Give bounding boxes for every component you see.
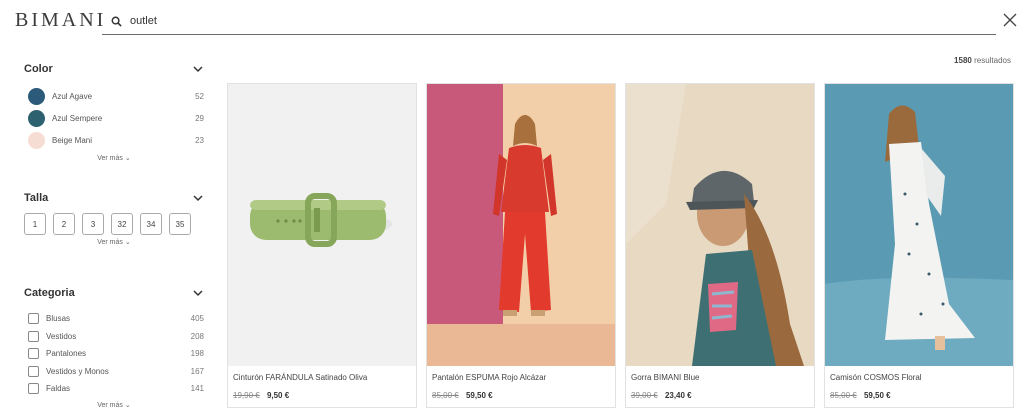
see-more-label: Ver más	[97, 401, 123, 409]
option-count: 23	[195, 135, 204, 145]
search-icon[interactable]	[102, 16, 130, 27]
color-option[interactable]: Beige Mani 23	[24, 129, 204, 151]
product-image[interactable]	[825, 84, 1013, 366]
product-grid: Cinturón FARÁNDULA Satinado Oliva 19,90 …	[227, 83, 1014, 408]
see-more-link[interactable]: Ver más ⌄	[24, 154, 204, 162]
size-option[interactable]: 32	[111, 213, 133, 235]
sale-price: 9,50 €	[266, 391, 290, 400]
category-option[interactable]: Vestidos 208	[24, 328, 204, 346]
chevron-down-icon[interactable]	[192, 63, 204, 75]
size-option[interactable]: 34	[140, 213, 162, 235]
filter-categoria: Categoria Blusas 405 Vestidos 208 Pantal…	[24, 284, 204, 409]
color-swatch	[28, 131, 45, 149]
color-option[interactable]: Azul Agave 52	[24, 85, 204, 107]
see-more-label: Ver más	[97, 155, 123, 162]
filter-talla-header[interactable]: Talla	[24, 189, 204, 207]
search-bar	[102, 8, 996, 35]
checkbox[interactable]	[28, 330, 39, 342]
option-count: 198	[190, 349, 204, 359]
option-label: Faldas	[46, 384, 71, 394]
option-label: Beige Mani	[52, 135, 93, 145]
chevron-down-icon[interactable]	[192, 192, 204, 204]
filter-talla: Talla 1 2 3 32 34 35 Ver más ⌄	[24, 189, 204, 246]
size-option[interactable]: 3	[82, 213, 104, 235]
chevron-down-icon: ⌄	[124, 401, 131, 409]
product-card[interactable]: Gorra BIMANI Blue 39,00 € 23,40 €	[625, 83, 815, 408]
size-option[interactable]: 2	[53, 213, 75, 235]
product-image[interactable]	[626, 84, 814, 366]
search-input[interactable]	[130, 15, 530, 27]
option-label: Vestidos	[46, 331, 77, 341]
see-more-link[interactable]: Ver más ⌄	[24, 401, 204, 409]
color-option[interactable]: Azul Sempere 29	[24, 107, 204, 129]
category-option[interactable]: Faldas 141	[24, 380, 204, 398]
sale-price: 59,50 €	[465, 391, 493, 400]
old-price: 85,00 €	[432, 391, 459, 400]
filters-sidebar: Color Azul Agave 52 Azul Sempere 29 Beig…	[24, 60, 204, 409]
old-price: 39,00 €	[631, 391, 658, 400]
filter-title: Talla	[24, 192, 49, 204]
filter-color: Color Azul Agave 52 Azul Sempere 29 Beig…	[24, 60, 204, 162]
product-price: 85,00 € 59,50 €	[427, 386, 615, 400]
size-option[interactable]: 35	[169, 213, 191, 235]
product-price: 19,90 € 9,50 €	[228, 386, 416, 400]
product-image[interactable]	[427, 84, 615, 366]
product-price: 39,00 € 23,40 €	[626, 386, 814, 400]
checkbox[interactable]	[28, 383, 39, 395]
product-name[interactable]: Camisón COSMOS Floral	[825, 366, 1013, 386]
old-price: 19,90 €	[233, 391, 260, 400]
brand-logo[interactable]: BIMANI	[15, 9, 106, 32]
product-name[interactable]: Gorra BIMANI Blue	[626, 366, 814, 386]
results-number: 1580	[954, 56, 972, 65]
category-option[interactable]: Pantalones 198	[24, 345, 204, 363]
sale-price: 23,40 €	[664, 391, 692, 400]
category-option[interactable]: Vestidos y Monos 167	[24, 363, 204, 381]
checkbox[interactable]	[28, 348, 39, 360]
checkbox[interactable]	[28, 365, 39, 377]
option-label: Pantalones	[46, 349, 87, 359]
product-card[interactable]: Pantalón ESPUMA Rojo Alcázar 85,00 € 59,…	[426, 83, 616, 408]
sale-price: 59,50 €	[863, 391, 891, 400]
checkbox[interactable]	[28, 313, 39, 325]
filter-color-header[interactable]: Color	[24, 60, 204, 78]
option-count: 29	[195, 113, 204, 123]
filter-categoria-header[interactable]: Categoria	[24, 284, 204, 302]
color-swatch	[28, 109, 45, 127]
chevron-down-icon: ⌄	[124, 239, 131, 246]
results-count: 1580 resultados	[954, 56, 1011, 65]
option-count: 167	[190, 366, 204, 376]
product-name[interactable]: Pantalón ESPUMA Rojo Alcázar	[427, 366, 615, 386]
option-label: Azul Sempere	[52, 113, 103, 123]
product-card[interactable]: Camisón COSMOS Floral 85,00 € 59,50 €	[824, 83, 1014, 408]
color-swatch	[28, 87, 45, 105]
old-price: 85,00 €	[830, 391, 857, 400]
product-name[interactable]: Cinturón FARÁNDULA Satinado Oliva	[228, 366, 416, 386]
chevron-down-icon[interactable]	[192, 287, 204, 299]
option-label: Blusas	[46, 314, 71, 324]
see-more-link[interactable]: Ver más ⌄	[24, 238, 204, 246]
results-label: resultados	[974, 56, 1011, 65]
option-count: 52	[195, 91, 204, 101]
option-label: Vestidos y Monos	[46, 366, 109, 376]
chevron-down-icon: ⌄	[124, 155, 131, 162]
see-more-label: Ver más	[97, 239, 123, 246]
category-option[interactable]: Blusas 405	[24, 310, 204, 328]
product-price: 85,00 € 59,50 €	[825, 386, 1013, 400]
option-count: 141	[190, 384, 204, 394]
option-count: 208	[190, 331, 204, 341]
option-label: Azul Agave	[52, 91, 93, 101]
filter-title: Color	[24, 63, 53, 75]
product-card[interactable]: Cinturón FARÁNDULA Satinado Oliva 19,90 …	[227, 83, 417, 408]
option-count: 405	[190, 314, 204, 324]
close-icon[interactable]	[1003, 13, 1019, 29]
size-option[interactable]: 1	[24, 213, 46, 235]
product-image[interactable]	[228, 84, 416, 366]
filter-title: Categoria	[24, 287, 75, 299]
